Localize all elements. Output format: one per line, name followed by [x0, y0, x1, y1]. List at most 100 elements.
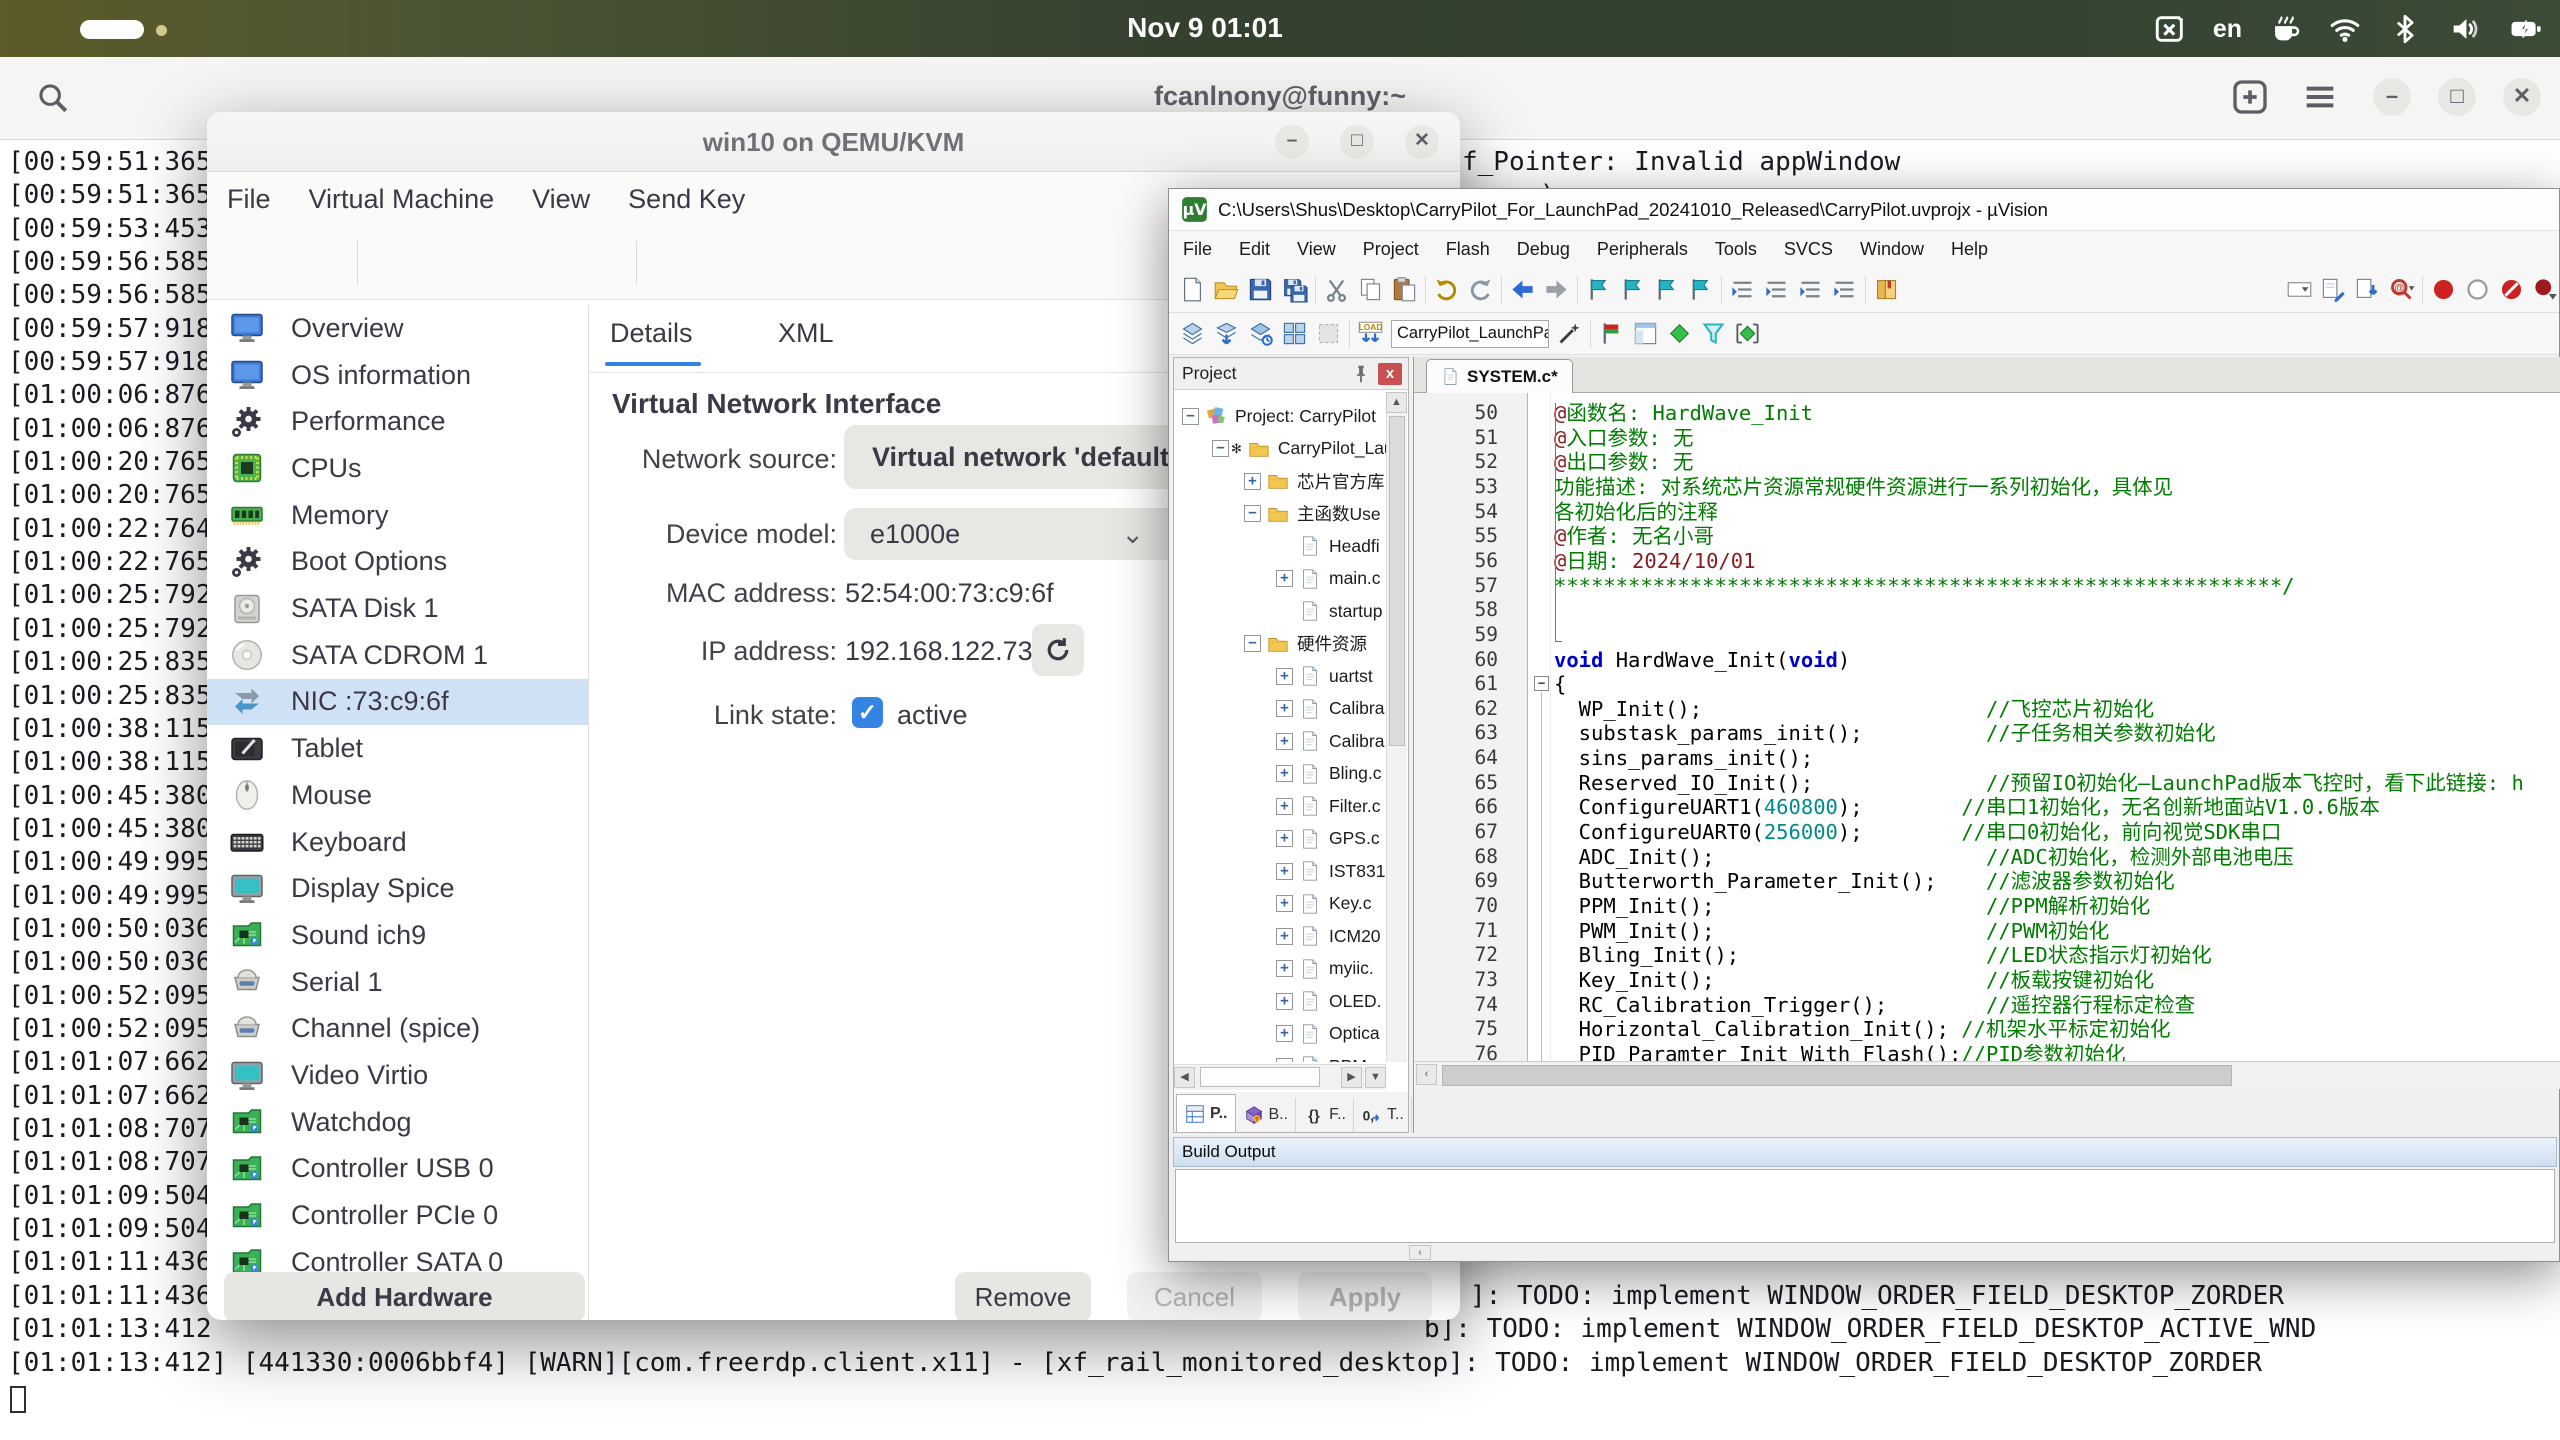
uv-lines-icon[interactable] — [1763, 276, 1790, 303]
tree-item-main-c[interactable]: +main.c — [1276, 563, 1381, 596]
volume-icon[interactable] — [2448, 12, 2482, 46]
uv-flag-icon[interactable] — [1619, 276, 1646, 303]
project-horizontal-scrollbar[interactable]: ◀ ▶ ▼ — [1174, 1064, 1386, 1090]
vm-maximize-button[interactable]: □ — [1340, 125, 1374, 159]
uv-stack-icon[interactable] — [1179, 320, 1206, 347]
uv-flag-icon[interactable] — [1653, 276, 1680, 303]
sidebar-item-nic-73-c9-6f[interactable]: NIC :73:c9:6f — [207, 679, 588, 726]
tree-expand-toggle[interactable]: + — [1276, 993, 1293, 1010]
build-output-content[interactable] — [1175, 1169, 2555, 1243]
vm-chevron-down-icon-icon[interactable] — [572, 242, 614, 284]
link-state-checkbox[interactable]: ✓ — [852, 697, 883, 728]
sidebar-item-channel-spice[interactable]: Channel (spice) — [207, 1006, 588, 1053]
tab-details[interactable]: Details — [610, 318, 693, 348]
uv-stopdim-icon[interactable] — [1315, 320, 1342, 347]
vm-minimize-button[interactable]: – — [1275, 125, 1309, 159]
scroll-thumb[interactable] — [1200, 1067, 1320, 1087]
uv-lines-icon[interactable] — [1831, 276, 1858, 303]
sidebar-item-overview[interactable]: Overview — [207, 305, 588, 352]
tree-expand-toggle[interactable]: − — [1212, 440, 1229, 457]
vm-fullscreen-icon-icon[interactable] — [659, 242, 701, 284]
uv-menu-project[interactable]: Project — [1363, 239, 1419, 260]
uv-navl-icon[interactable] — [1509, 276, 1536, 303]
tree-expand-toggle[interactable]: + — [1276, 895, 1293, 912]
vm-menu-view[interactable]: View — [532, 184, 590, 215]
sidebar-item-keyboard[interactable]: Keyboard — [207, 819, 588, 866]
uv-page-new-icon[interactable] — [1179, 276, 1206, 303]
editor-tab-system-c[interactable]: SYSTEM.c* — [1426, 359, 1573, 393]
cancel-button[interactable]: Cancel — [1127, 1272, 1262, 1320]
tree-item-optica[interactable]: +Optica — [1276, 1018, 1380, 1051]
vm-pause-icon-icon[interactable] — [444, 242, 486, 284]
sidebar-item-controller-pcie-0[interactable]: Controller PCIe 0 — [207, 1192, 588, 1239]
system-tray[interactable]: en — [2153, 10, 2542, 48]
uv-menu-window[interactable]: Window — [1860, 239, 1924, 260]
code-editor[interactable]: 50@函数名: HardWave_Init51@入口参数: 无52@出口参数: … — [1414, 393, 2560, 1061]
uv-finddoc-icon[interactable] — [2320, 276, 2347, 303]
build-output-header[interactable]: Build Output — [1173, 1137, 2557, 1167]
sidebar-item-performance[interactable]: Performance — [207, 398, 588, 445]
tree-expand-toggle[interactable]: − — [1182, 408, 1199, 425]
vm-menu-virtual-machine[interactable]: Virtual Machine — [309, 184, 495, 215]
build-output-scroll-arrow[interactable]: ‹ — [1409, 1245, 1431, 1260]
tree-item-uartst[interactable]: +uartst — [1276, 660, 1373, 693]
tree-expand-toggle[interactable]: + — [1276, 1058, 1293, 1062]
uv-menu-peripherals[interactable]: Peripherals — [1597, 239, 1688, 260]
scroll-up-arrow[interactable]: ▲ — [1386, 392, 1407, 413]
uv-menu-tools[interactable]: Tools — [1715, 239, 1757, 260]
panel-tab-f[interactable]: {}F.. — [1296, 1098, 1354, 1132]
app-x-icon[interactable] — [2153, 12, 2187, 46]
sidebar-item-sata-disk-1[interactable]: SATA Disk 1 — [207, 585, 588, 632]
project-panel-close[interactable]: x — [1378, 363, 1402, 385]
vm-shutdown-icon-icon[interactable] — [508, 242, 550, 284]
tree-expand-toggle[interactable]: + — [1276, 1025, 1293, 1042]
terminal-minimize-button[interactable]: – — [2373, 78, 2411, 116]
sidebar-item-video-virtio[interactable]: Video Virtio — [207, 1052, 588, 1099]
uv-menu-edit[interactable]: Edit — [1239, 239, 1270, 260]
tree-expand-toggle[interactable]: + — [1244, 473, 1261, 490]
refresh-ip-button[interactable] — [1032, 624, 1084, 676]
uv-flagrg-icon[interactable] — [1598, 320, 1625, 347]
battery-icon[interactable] — [2508, 12, 2542, 46]
uv-menu-view[interactable]: View — [1297, 239, 1336, 260]
tree-expand-toggle[interactable]: + — [1276, 765, 1293, 782]
uv-menu-svcs[interactable]: SVCS — [1784, 239, 1833, 260]
uv-stackr-icon[interactable] — [1247, 320, 1274, 347]
apply-button[interactable]: Apply — [1298, 1272, 1432, 1320]
uv-dotw-icon[interactable] — [2464, 276, 2491, 303]
tree-expand-toggle[interactable]: + — [1276, 733, 1293, 750]
keyboard-layout-indicator[interactable]: en — [2213, 15, 2242, 44]
tree-item-ppm-c[interactable]: +PPM.c — [1276, 1050, 1381, 1062]
tree-expand-toggle[interactable]: − — [1244, 635, 1261, 652]
sidebar-item-memory[interactable]: Memory — [207, 492, 588, 539]
project-vertical-scrollbar[interactable]: ▲ — [1386, 392, 1407, 1062]
tree-expand-toggle[interactable]: + — [1276, 700, 1293, 717]
tree-expand-toggle[interactable]: + — [1276, 863, 1293, 880]
tree-expand-toggle[interactable]: − — [1244, 505, 1261, 522]
uv-winlay-icon[interactable] — [1632, 320, 1659, 347]
uv-wand-icon[interactable] — [1556, 320, 1583, 347]
vm-menu-file[interactable]: File — [227, 184, 271, 215]
uv-book-icon[interactable] — [1873, 276, 1900, 303]
tree-item-use[interactable]: −主函数Use — [1244, 498, 1381, 531]
uv-titlebar[interactable]: µV C:\Users\Shus\Desktop\CarryPilot_For_… — [1169, 189, 2559, 231]
tree-expand-toggle[interactable]: + — [1276, 570, 1293, 587]
panel-tab-b[interactable]: ?B.. — [1236, 1098, 1297, 1132]
uv-floppy-icon[interactable] — [1247, 276, 1274, 303]
tree-item-calibra[interactable]: +Calibra — [1276, 693, 1384, 726]
uv-load-icon[interactable]: LOAD — [1357, 320, 1384, 347]
uv-redo-icon[interactable] — [1467, 276, 1494, 303]
tree-item-[interactable]: +芯片官方库 — [1244, 465, 1385, 498]
vm-details-bulb-icon-icon[interactable] — [293, 242, 335, 284]
vm-headerbar[interactable]: win10 on QEMU/KVM – □ ✕ — [207, 112, 1460, 172]
uv-funnel-icon[interactable] — [1700, 320, 1727, 347]
uv-flag-icon[interactable] — [1687, 276, 1714, 303]
project-panel-header[interactable]: Project x — [1174, 358, 1408, 390]
uv-stacka-icon[interactable] — [1213, 320, 1240, 347]
scroll-down-arrow[interactable]: ▼ — [1365, 1067, 1386, 1088]
tree-item-[interactable]: −硬件资源 — [1244, 628, 1367, 661]
tree-item-gps-c[interactable]: +GPS.c — [1276, 823, 1380, 856]
uv-copy-icon[interactable] — [1357, 276, 1384, 303]
uv-lines-icon[interactable] — [1797, 276, 1824, 303]
wifi-icon[interactable] — [2328, 12, 2362, 46]
